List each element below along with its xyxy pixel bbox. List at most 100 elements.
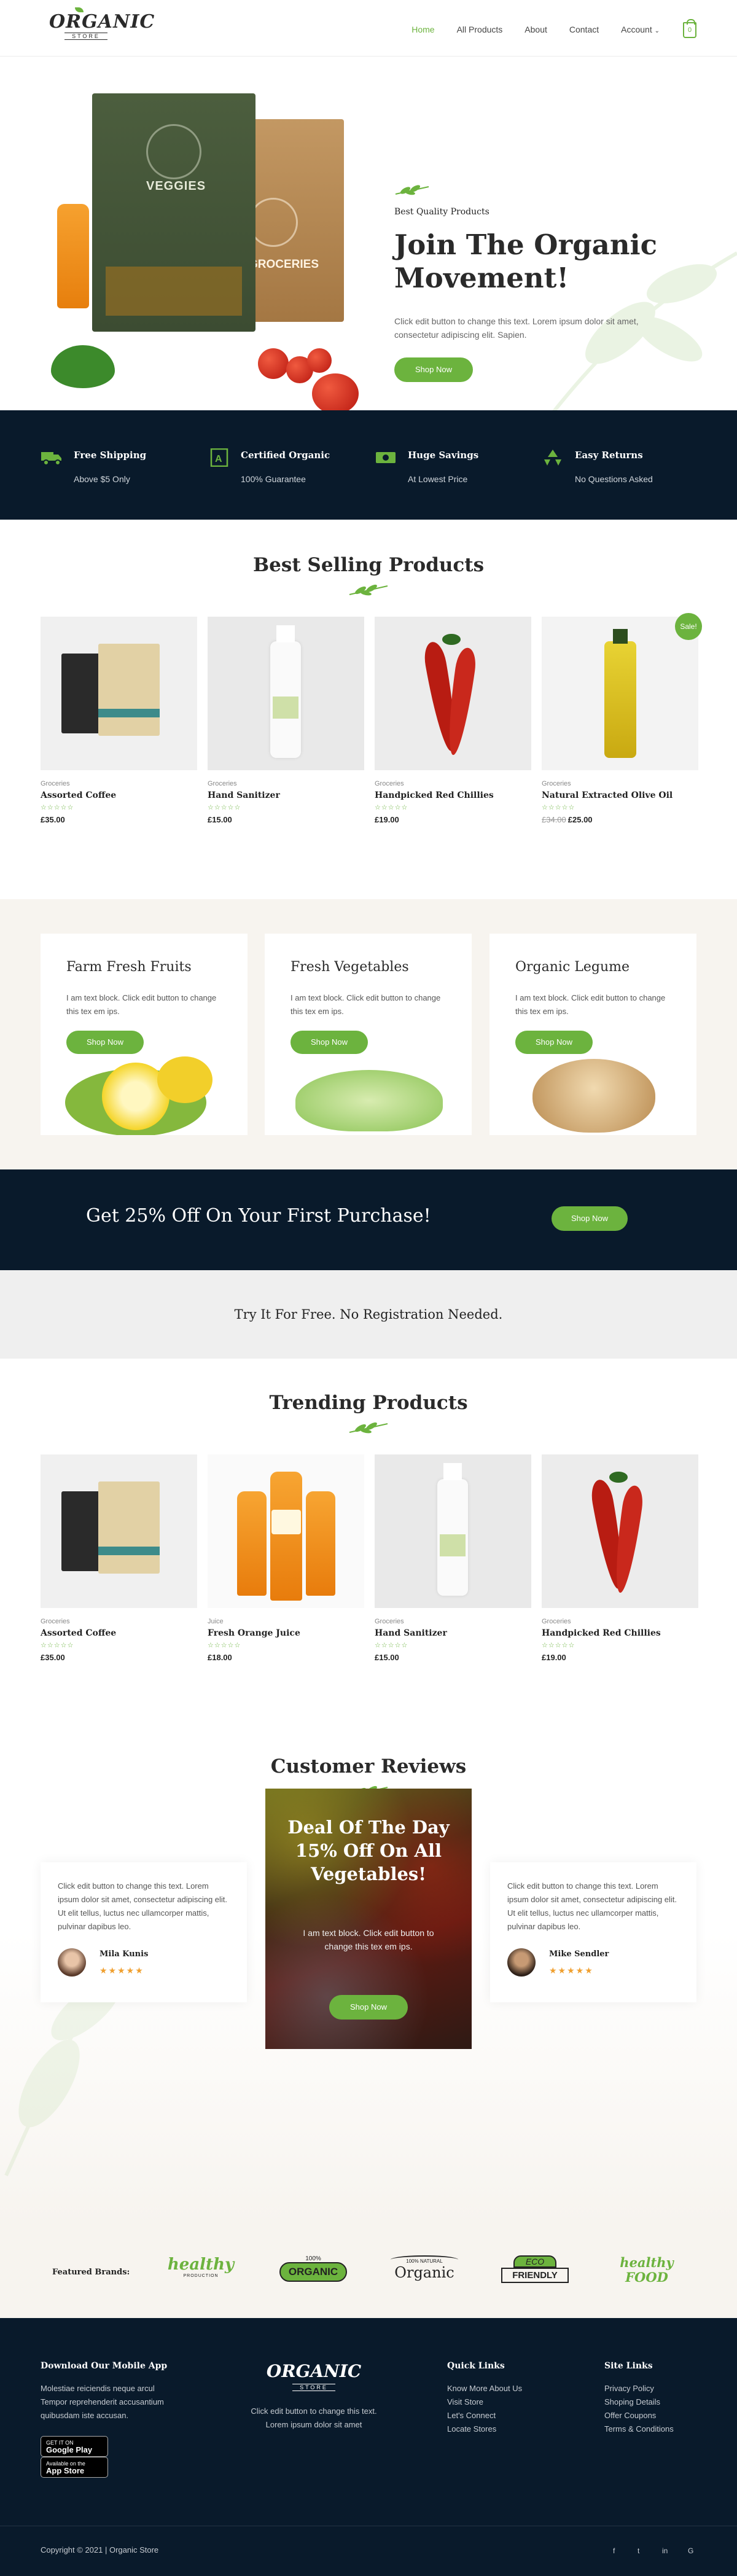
nav-account[interactable]: Account ⌄ [621,25,660,34]
cart-icon[interactable]: 0 [683,19,696,38]
review-card: Click edit button to change this text. L… [490,1862,696,2002]
product-image[interactable] [41,617,197,770]
certificate-icon: A [210,448,228,467]
brand-logo-healthy-food[interactable]: healthy FOOD [613,2255,680,2290]
rating-stars: ★★★★★ [549,1965,594,1975]
product-image[interactable] [542,1454,698,1608]
footer-link[interactable]: Terms & Conditions [604,2422,715,2436]
deal-shop-now-button[interactable]: Shop Now [329,1995,408,2020]
product-image[interactable] [41,1454,197,1608]
seal-icon [146,124,201,179]
product-name[interactable]: Handpicked Red Chillies [542,1628,698,1638]
product-name[interactable]: Assorted Coffee [41,1628,197,1638]
category-shop-now-button[interactable]: Shop Now [66,1031,144,1054]
promo-shop-now-button[interactable]: Shop Now [552,1206,628,1231]
product-card[interactable]: Sale! Groceries Natural Extracted Olive … [542,613,702,824]
category-card-legume[interactable]: Organic Legume I am text block. Click ed… [489,934,696,1135]
brands-label: Featured Brands: [52,2268,130,2277]
footer-app-column: Download Our Mobile App Molestiae reicie… [41,2361,182,2478]
categories-section: Farm Fresh Fruits I am text block. Click… [0,899,737,1169]
brand-logo-healthy[interactable]: healthy PRODUCTION [167,2255,235,2290]
product-card[interactable]: Groceries Assorted Coffee ☆☆☆☆☆ £35.00 [41,1454,197,1662]
product-name[interactable]: Assorted Coffee [41,790,197,800]
recycle-icon [544,450,561,466]
product-price: £35.00 [41,1653,65,1662]
product-price: £19.00 [375,815,399,824]
main-nav: Home All Products About Contact Account … [411,25,660,34]
site-header: ORGANIC STORE Home All Products About Co… [0,0,737,57]
brand-logo-eco-friendly[interactable]: ECO FRIENDLY [501,2255,569,2290]
rating-stars: ☆☆☆☆☆ [41,1642,74,1649]
product-card[interactable]: Groceries Hand Sanitizer ☆☆☆☆☆ £15.00 [375,1454,531,1662]
product-price: £19.00 [542,1653,566,1662]
leaves-mark-icon [395,185,429,195]
product-image[interactable] [542,617,698,770]
footer-link[interactable]: Know More About Us [447,2382,570,2395]
product-card[interactable]: Groceries Assorted Coffee ☆☆☆☆☆ £35.00 [41,617,197,824]
footer-link[interactable]: Privacy Policy [604,2382,715,2395]
bag-window [106,267,242,316]
basil-image [51,345,115,388]
hero-shop-now-button[interactable]: Shop Now [394,357,473,382]
product-card[interactable]: Groceries Hand Sanitizer ☆☆☆☆☆ £15.00 [208,617,364,824]
svg-text:A: A [215,454,222,464]
best-selling-title: Best Selling Products [252,554,485,576]
nav-contact[interactable]: Contact [569,25,599,34]
sale-badge: Sale! [675,613,702,640]
brand-logo-organic-100[interactable]: 100% ORGANIC [279,2255,347,2290]
footer-link[interactable]: Visit Store [447,2395,570,2409]
hero-section: GROCERIES VEGGIES Best Quality Products … [0,57,737,410]
product-name[interactable]: Natural Extracted Olive Oil [542,790,698,800]
google-play-button[interactable]: GET IT ON Google Play [41,2436,108,2457]
featured-brands: Featured Brands: healthy PRODUCTION 100%… [0,2226,737,2318]
nav-about[interactable]: About [524,25,547,34]
deal-title: Deal Of The Day 15% Off On All Vegetable… [287,1817,450,1884]
product-image[interactable] [375,1454,531,1608]
footer-logo[interactable]: ORGANIC STORE [243,2361,384,2392]
twitter-icon[interactable]: t [638,2547,639,2555]
category-shop-now-button[interactable]: Shop Now [515,1031,593,1054]
footer-quick-links: Quick Links Know More About Us Visit Sto… [447,2361,570,2436]
product-name[interactable]: Fresh Orange Juice [208,1628,364,1638]
rating-stars: ☆☆☆☆☆ [542,804,575,811]
product-name[interactable]: Handpicked Red Chillies [375,790,531,800]
footer-link[interactable]: Shoping Details [604,2395,715,2409]
app-store-button[interactable]: Available on the App Store [41,2457,108,2478]
product-card[interactable]: Juice Fresh Orange Juice ☆☆☆☆☆ £18.00 [208,1454,364,1662]
copyright: Copyright © 2021 | Organic Store [41,2545,159,2555]
category-card-vegetables[interactable]: Fresh Vegetables I am text block. Click … [265,934,472,1135]
product-name[interactable]: Hand Sanitizer [208,790,364,800]
deal-of-the-day: Deal Of The Day 15% Off On All Vegetable… [265,1789,472,2049]
best-selling-section: Best Selling Products Groceries Assorted… [0,520,737,899]
product-image[interactable] [208,617,364,770]
juice-bottle-image [57,204,89,308]
chevron-down-icon: ⌄ [654,28,660,34]
product-card[interactable]: Groceries Handpicked Red Chillies ☆☆☆☆☆ … [542,1454,698,1662]
product-price: £15.00 [375,1653,399,1662]
facebook-icon[interactable]: f [613,2547,615,2555]
trending-section: Trending Products Groceries Assorted Cof… [0,1359,737,1733]
old-price: £34.00 [542,815,566,824]
product-card[interactable]: Groceries Handpicked Red Chillies ☆☆☆☆☆ … [375,617,531,824]
product-image[interactable] [208,1454,364,1608]
nav-home[interactable]: Home [411,25,434,34]
rating-stars: ☆☆☆☆☆ [41,804,74,811]
footer-link[interactable]: Locate Stores [447,2422,570,2436]
brand-logo-organic-natural[interactable]: 100% NATURAL Organic [391,2255,458,2290]
instagram-icon[interactable]: in [662,2547,668,2555]
leaves-mark-icon [349,1422,388,1434]
site-logo[interactable]: ORGANIC STORE [49,7,154,49]
google-icon[interactable]: G [688,2547,693,2555]
nav-all-products[interactable]: All Products [457,25,503,34]
category-shop-now-button[interactable]: Shop Now [291,1031,368,1054]
product-image[interactable] [375,617,531,770]
product-name[interactable]: Hand Sanitizer [375,1628,531,1638]
footer-link[interactable]: Offer Coupons [604,2409,715,2422]
category-card-fruits[interactable]: Farm Fresh Fruits I am text block. Click… [41,934,248,1135]
rating-stars: ☆☆☆☆☆ [542,1642,575,1649]
product-price: £34.00 £25.00 [542,815,593,824]
footer-link[interactable]: Let's Connect [447,2409,570,2422]
site-footer: Download Our Mobile App Molestiae reicie… [0,2318,737,2576]
groceries-bag-image: GROCERIES [243,119,344,322]
hero-tagline: Best Quality Products [394,207,489,217]
